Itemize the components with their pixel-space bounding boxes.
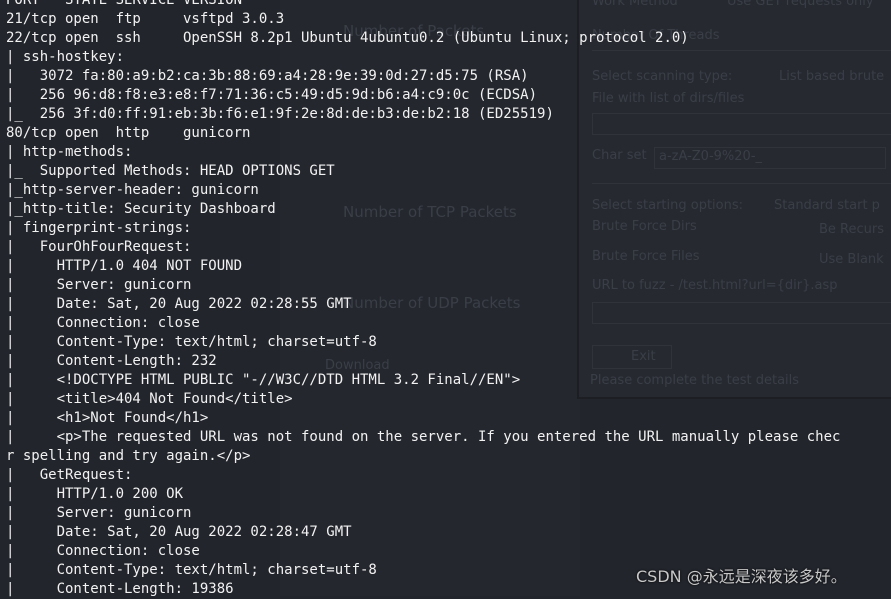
terminal-line: | FourOhFourRequest: (6, 239, 200, 255)
terminal-line: | Connection: close (6, 315, 200, 331)
terminal-line: |_ 256 3f:d0:ff:91:eb:3b:f6:e1:9f:2e:8d:… (6, 106, 554, 122)
terminal-line: | fingerprint-strings: (6, 220, 200, 236)
terminal-line: 21/tcp open ftp vsftpd 3.0.3 (6, 11, 285, 27)
terminal-output[interactable]: PORT STATE SERVICE VERSION 21/tcp open ft… (6, 0, 840, 599)
terminal-line: | HTTP/1.0 200 OK (6, 486, 184, 502)
terminal-line: | Content-Type: text/html; charset=utf-8 (6, 334, 377, 350)
terminal-line: |_ Supported Methods: HEAD OPTIONS GET (6, 163, 335, 179)
terminal-line: | GetRequest: (6, 467, 141, 483)
terminal-line: |_http-title: Security Dashboard (6, 201, 276, 217)
terminal-line: | HTTP/1.0 404 NOT FOUND (6, 258, 243, 274)
terminal-line: |_http-server-header: gunicorn (6, 182, 259, 198)
terminal-line: | Date: Sat, 20 Aug 2022 02:28:55 GMT (6, 296, 352, 312)
terminal-line: PORT STATE SERVICE VERSION (6, 0, 243, 8)
terminal-line: | <!DOCTYPE HTML PUBLIC "-//W3C//DTD HTM… (6, 372, 521, 388)
terminal-line: | ssh-hostkey: (6, 49, 133, 65)
terminal-line: | Content-Length: 232 (6, 353, 217, 369)
terminal-line: | 256 96:d8:f8:e3:e8:f7:71:36:c5:49:d5:9… (6, 87, 538, 103)
terminal-line: 22/tcp open ssh OpenSSH 8.2p1 Ubuntu 4ub… (6, 30, 689, 46)
terminal-line: | Connection: close (6, 543, 200, 559)
terminal-line: | http-methods: (6, 144, 141, 160)
terminal-line: 80/tcp open http gunicorn (6, 125, 251, 141)
terminal-line: | Date: Sat, 20 Aug 2022 02:28:47 GMT (6, 524, 352, 540)
terminal-line: | <p>The requested URL was not found on … (6, 429, 841, 445)
terminal-line: | <title>404 Not Found</title> (6, 391, 293, 407)
terminal-line: r spelling and try again.</p> (6, 448, 251, 464)
watermark: CSDN @永远是深夜该多好。 (636, 567, 847, 586)
terminal-line: | 3072 fa:80:a9:b2:ca:3b:88:69:a4:28:9e:… (6, 68, 529, 84)
terminal-line: | Server: gunicorn (6, 277, 192, 293)
terminal-line: | Server: gunicorn (6, 505, 192, 521)
terminal-line: | <h1>Not Found</h1> (6, 410, 209, 426)
